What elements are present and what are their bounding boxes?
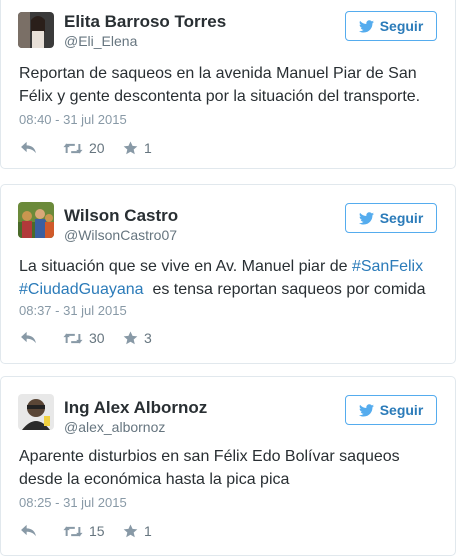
- retweet-count: 15: [89, 523, 105, 539]
- retweet-icon: [63, 525, 83, 538]
- retweet-count: 30: [89, 330, 105, 346]
- tweet-card: Elita Barroso Torres @Eli_Elena Seguir R…: [0, 0, 456, 169]
- reply-icon: [20, 331, 37, 344]
- tweet-text-line: Reportan de saqueos en la avenida Manuel…: [19, 65, 417, 82]
- user-handle[interactable]: @alex_albornoz: [64, 419, 165, 435]
- tweet-timestamp[interactable]: 08:25 - 31 jul 2015: [19, 495, 127, 510]
- reply-icon: [20, 141, 37, 154]
- hashtag-link[interactable]: #CiudadGuayana: [19, 281, 144, 298]
- favorite-count: 3: [144, 330, 152, 346]
- reply-button[interactable]: [20, 524, 37, 537]
- follow-label: Seguir: [379, 210, 424, 226]
- favorite-button[interactable]: 3: [123, 330, 152, 346]
- retweet-button[interactable]: 15: [63, 523, 105, 539]
- retweet-icon: [63, 142, 83, 155]
- retweet-count: 20: [89, 140, 105, 156]
- tweet-card: Ing Alex Albornoz @alex_albornoz Seguir …: [0, 376, 456, 556]
- tweet-text-line: Félix y gente descontenta por la situaci…: [19, 88, 421, 105]
- tweet-text: Aparente disturbios en san Félix Edo Bol…: [19, 445, 444, 491]
- twitter-bird-icon: [359, 20, 374, 33]
- twitter-bird-icon: [359, 212, 374, 225]
- star-icon: [123, 524, 138, 538]
- reply-button[interactable]: [20, 331, 37, 344]
- avatar[interactable]: [18, 394, 54, 430]
- retweet-button[interactable]: 20: [63, 140, 105, 156]
- tweet-text-segment: La situación que se vive en Av. Manuel p…: [19, 258, 352, 275]
- tweet-card: Wilson Castro @WilsonCastro07 Seguir La …: [0, 184, 456, 364]
- tweet-text: La situación que se vive en Av. Manuel p…: [19, 255, 444, 301]
- follow-button[interactable]: Seguir: [345, 395, 437, 425]
- favorite-count: 1: [144, 523, 152, 539]
- avatar[interactable]: [18, 202, 54, 238]
- tweet-timestamp[interactable]: 08:40 - 31 jul 2015: [19, 112, 127, 127]
- tweet-text-line: La situación que se vive en Av. Manuel p…: [19, 255, 444, 278]
- tweet-text: Reportan de saqueos en la avenida Manuel…: [19, 62, 444, 108]
- follow-label: Seguir: [379, 18, 424, 34]
- user-handle[interactable]: @Eli_Elena: [64, 33, 137, 49]
- tweet-text-line: desde la económica hasta la pica pica: [19, 471, 290, 488]
- star-icon: [123, 331, 138, 345]
- reply-icon: [20, 524, 37, 537]
- follow-button[interactable]: Seguir: [345, 11, 437, 41]
- favorite-count: 1: [144, 140, 152, 156]
- tweet-text-line: #CiudadGuayana es tensa reportan saqueos…: [19, 278, 444, 301]
- user-name[interactable]: Elita Barroso Torres: [64, 12, 226, 32]
- user-name[interactable]: Wilson Castro: [64, 206, 178, 226]
- hashtag-link[interactable]: #SanFelix: [352, 258, 423, 275]
- follow-label: Seguir: [379, 402, 424, 418]
- user-handle[interactable]: @WilsonCastro07: [64, 227, 177, 243]
- star-icon: [123, 141, 138, 155]
- twitter-bird-icon: [359, 404, 374, 417]
- tweet-text-segment: es tensa reportan saqueos por comida: [143, 281, 426, 298]
- favorite-button[interactable]: 1: [123, 140, 152, 156]
- user-name[interactable]: Ing Alex Albornoz: [64, 398, 207, 418]
- follow-button[interactable]: Seguir: [345, 203, 437, 233]
- retweet-icon: [63, 332, 83, 345]
- tweet-timestamp[interactable]: 08:37 - 31 jul 2015: [19, 303, 127, 318]
- favorite-button[interactable]: 1: [123, 523, 152, 539]
- tweet-text-line: Aparente disturbios en san Félix Edo Bol…: [19, 448, 400, 465]
- reply-button[interactable]: [20, 141, 37, 154]
- retweet-button[interactable]: 30: [63, 330, 105, 346]
- avatar[interactable]: [18, 12, 54, 48]
